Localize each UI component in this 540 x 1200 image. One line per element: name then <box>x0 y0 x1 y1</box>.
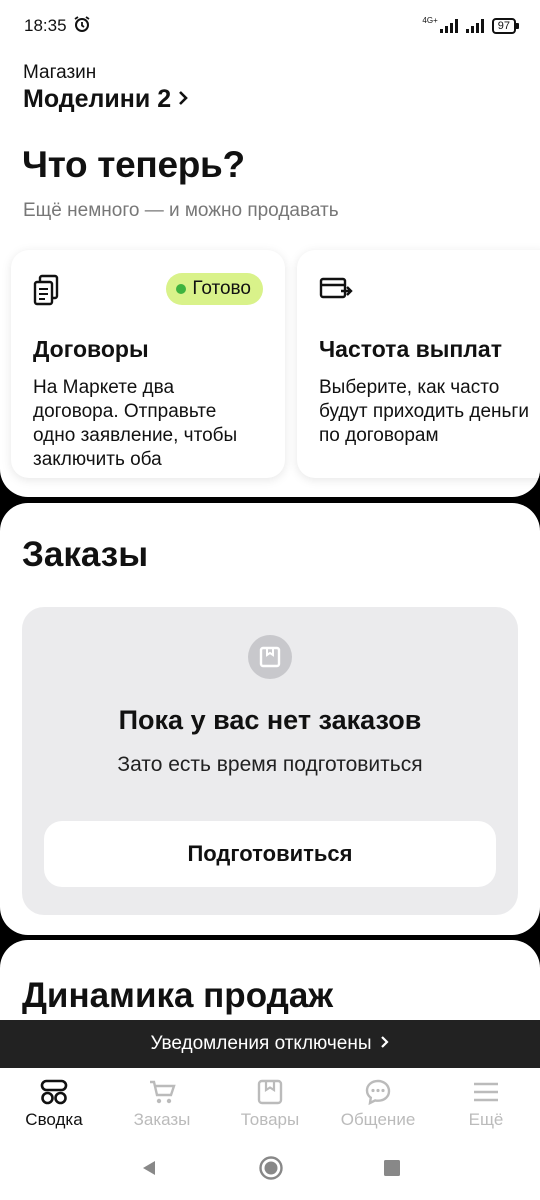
system-nav <box>0 1140 540 1200</box>
empty-title: Пока у вас нет заказов <box>118 705 422 735</box>
signal-icon-2 <box>465 19 484 33</box>
orders-empty-state: Пока у вас нет заказов Зато есть время п… <box>22 607 518 915</box>
alarm-icon <box>73 15 91 38</box>
shop-selector[interactable]: Моделини 2 <box>23 85 191 114</box>
onboarding-cards: Готово Договоры На Маркете два договора.… <box>11 250 540 478</box>
status-bar: 18:35 4G+ 97 <box>0 0 540 52</box>
payout-card-icon <box>319 277 353 306</box>
page-title: Что теперь? <box>22 144 245 185</box>
notification-text: Уведомления отключены <box>150 1033 372 1054</box>
card-text: Выберите, как часто будут приходить день… <box>319 377 529 446</box>
nav-item-summary[interactable]: Сводка <box>0 1078 108 1130</box>
card-title: Договоры <box>33 336 149 362</box>
nav-item-orders[interactable]: Заказы <box>108 1078 216 1130</box>
back-icon[interactable] <box>139 1158 159 1183</box>
top-section: Магазин Моделини 2 Что теперь? Ещё немно… <box>0 52 540 497</box>
empty-subtitle: Зато есть время подготовиться <box>117 753 423 776</box>
shop-name: Моделини 2 <box>23 85 172 113</box>
prepare-button[interactable]: Подготовиться <box>44 821 496 887</box>
nav-label: Ещё <box>468 1110 504 1129</box>
page-subtitle: Ещё немного — и можно продавать <box>23 200 339 221</box>
chat-icon <box>364 1078 392 1106</box>
dynamics-title: Динамика продаж <box>22 976 334 1015</box>
nav-item-more[interactable]: Ещё <box>432 1078 540 1130</box>
nav-item-chat[interactable]: Общение <box>324 1078 432 1130</box>
summary-icon <box>40 1078 68 1106</box>
card-text: На Маркете два договора. Отправьте одно … <box>33 377 238 470</box>
network-type: 4G+ <box>422 15 438 25</box>
bottom-nav: Сводка Заказы Товары Общение Ещё <box>0 1068 540 1140</box>
card-contracts[interactable]: Готово Договоры На Маркете два договора.… <box>11 250 285 478</box>
chevron-right-icon <box>380 1033 390 1055</box>
nav-label: Товары <box>240 1110 300 1129</box>
nav-item-products[interactable]: Товары <box>216 1078 324 1130</box>
shop-label: Магазин <box>23 62 97 83</box>
orders-section: Заказы Пока у вас нет заказов Зато есть … <box>0 503 540 935</box>
nav-label: Общение <box>340 1110 416 1129</box>
recents-icon[interactable] <box>383 1159 401 1182</box>
status-badge: Готово <box>166 273 263 305</box>
battery-icon: 97 <box>491 18 520 34</box>
nav-label: Заказы <box>133 1110 191 1129</box>
chevron-right-icon <box>177 85 191 114</box>
nav-label: Сводка <box>25 1110 83 1129</box>
home-icon[interactable] <box>258 1155 284 1186</box>
box-icon <box>256 1078 284 1106</box>
box-icon <box>248 635 292 679</box>
orders-title: Заказы <box>22 535 149 574</box>
cart-icon <box>148 1078 176 1106</box>
menu-icon <box>472 1078 500 1106</box>
notifications-disabled-banner[interactable]: Уведомления отключены <box>0 1020 540 1068</box>
status-time: 18:35 <box>24 16 67 35</box>
card-title: Частота выплат <box>319 336 502 362</box>
document-icon <box>33 274 63 310</box>
card-payout-frequency[interactable]: Частота выплат Выберите, как часто будут… <box>297 250 540 478</box>
signal-icon <box>439 19 458 33</box>
badge-label: Готово <box>192 278 251 299</box>
status-dot <box>176 284 187 294</box>
